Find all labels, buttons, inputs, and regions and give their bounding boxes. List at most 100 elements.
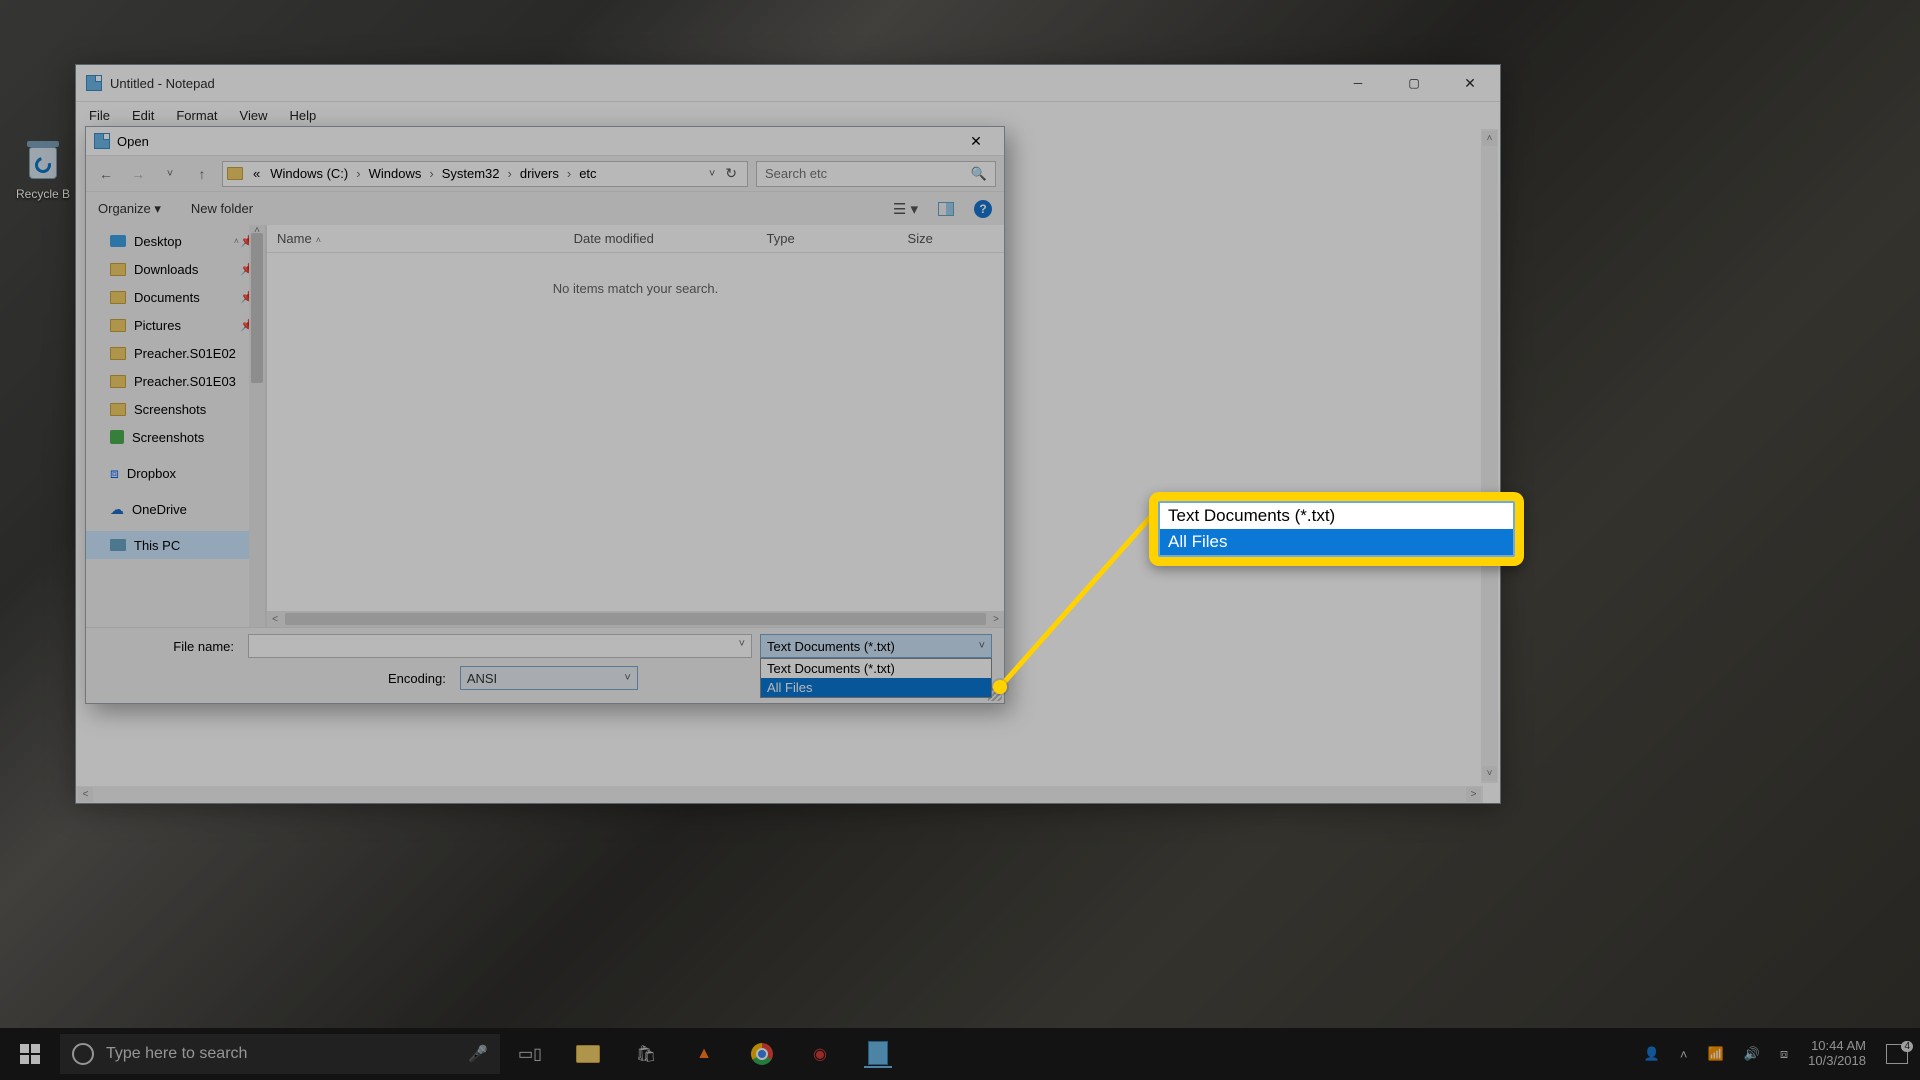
- help-button[interactable]: ?: [974, 200, 992, 218]
- breadcrumb-1[interactable]: Windows: [365, 166, 426, 181]
- sidebar-item-documents[interactable]: Documents📌: [86, 283, 265, 311]
- sidebar-item-pictures[interactable]: Pictures📌: [86, 311, 265, 339]
- sidebar-item-screenshots-2[interactable]: Screenshots: [86, 423, 265, 451]
- taskbar-chrome[interactable]: [748, 1040, 776, 1068]
- system-tray: 👤 ˄ 📶 🔊 ⧈ 10:44 AM 10/3/2018 4: [1632, 1039, 1920, 1069]
- scroll-right-icon[interactable]: ˃: [1466, 787, 1481, 802]
- vertical-scrollbar[interactable]: ˄ ˅: [1481, 129, 1498, 783]
- sidebar-item-preacher-2[interactable]: Preacher.S01E03: [86, 367, 265, 395]
- new-folder-button[interactable]: New folder: [191, 201, 253, 216]
- tray-network-icon[interactable]: 📶: [1708, 1046, 1724, 1062]
- start-button[interactable]: [0, 1028, 60, 1080]
- dialog-navbar: ← → ˅ ↑ « Windows (C:)› Windows› System3…: [86, 155, 1004, 191]
- chevron-down-icon: ˅: [979, 640, 985, 652]
- breadcrumb-3[interactable]: drivers: [516, 166, 563, 181]
- breadcrumb-dropdown-icon[interactable]: ˅: [709, 168, 715, 180]
- file-name-label: File name:: [98, 639, 240, 654]
- sidebar-item-downloads[interactable]: Downloads📌: [86, 255, 265, 283]
- sidebar-item-label: Documents: [134, 290, 200, 305]
- tray-dropbox-icon[interactable]: ⧈: [1780, 1046, 1788, 1062]
- refresh-icon[interactable]: ↻: [725, 165, 737, 182]
- sidebar-item-screenshots-1[interactable]: Screenshots: [86, 395, 265, 423]
- sidebar-item-onedrive[interactable]: ☁OneDrive: [86, 495, 265, 523]
- menu-view[interactable]: View: [231, 105, 277, 126]
- sidebar-item-preacher-1[interactable]: Preacher.S01E02: [86, 339, 265, 367]
- sidebar-item-label: Preacher.S01E02: [134, 346, 236, 361]
- column-size[interactable]: Size: [898, 231, 1004, 246]
- file-type-option-txt[interactable]: Text Documents (*.txt): [761, 659, 991, 678]
- sidebar-item-label: This PC: [134, 538, 180, 553]
- taskbar-store[interactable]: 🛍: [632, 1040, 660, 1068]
- dialog-close-button[interactable]: ✕: [954, 127, 998, 155]
- tray-volume-icon[interactable]: 🔊: [1744, 1046, 1760, 1062]
- task-view-button[interactable]: ▭▯: [516, 1040, 544, 1068]
- notepad-titlebar[interactable]: Untitled - Notepad ─ ▢ ✕: [76, 65, 1500, 101]
- taskbar-search-input[interactable]: Type here to search 🎤: [60, 1034, 500, 1074]
- dropbox-icon: ⧈: [110, 466, 119, 480]
- sidebar-item-dropbox[interactable]: ⧈ Dropbox: [86, 459, 265, 487]
- notepad-menubar: File Edit Format View Help: [76, 101, 1500, 129]
- breadcrumb-4[interactable]: etc: [575, 166, 600, 181]
- tray-time: 10:44 AM: [1808, 1039, 1866, 1054]
- sidebar-item-label: Downloads: [134, 262, 198, 277]
- nav-forward-button[interactable]: →: [126, 166, 150, 182]
- column-date[interactable]: Date modified: [564, 231, 757, 246]
- sidebar-item-label: Dropbox: [127, 466, 176, 481]
- taskbar-app-red[interactable]: ◉: [806, 1040, 834, 1068]
- taskbar-notepad[interactable]: [864, 1040, 892, 1068]
- tray-clock[interactable]: 10:44 AM 10/3/2018: [1808, 1039, 1866, 1069]
- maximize-button[interactable]: ▢: [1386, 65, 1442, 101]
- tray-people-icon[interactable]: 👤: [1644, 1046, 1660, 1062]
- encoding-dropdown[interactable]: ANSI ˅: [460, 666, 638, 690]
- sidebar-scrollbar[interactable]: ˄: [249, 225, 265, 627]
- scroll-up-icon[interactable]: ˄: [1482, 131, 1497, 146]
- column-name[interactable]: Name˄: [267, 231, 564, 246]
- search-placeholder: Search etc: [765, 166, 827, 181]
- scroll-down-icon[interactable]: ˅: [1482, 766, 1497, 781]
- microphone-icon[interactable]: 🎤: [468, 1044, 488, 1064]
- file-type-dropdown[interactable]: Text Documents (*.txt) ˅ Text Documents …: [760, 634, 992, 658]
- breadcrumb-prefix: «: [249, 166, 264, 181]
- notepad-task-icon: [868, 1041, 888, 1065]
- callout-option-txt: Text Documents (*.txt): [1160, 503, 1513, 529]
- minimize-button[interactable]: ─: [1330, 65, 1386, 101]
- taskbar-file-explorer[interactable]: [574, 1040, 602, 1068]
- dialog-titlebar[interactable]: Open ✕: [86, 127, 1004, 155]
- file-name-input[interactable]: ˅: [248, 634, 752, 658]
- menu-help[interactable]: Help: [280, 105, 325, 126]
- menu-edit[interactable]: Edit: [123, 105, 163, 126]
- desktop-icon-recycle-bin[interactable]: Recycle B: [5, 135, 81, 201]
- menu-format[interactable]: Format: [167, 105, 226, 126]
- nav-back-button[interactable]: ←: [94, 166, 118, 182]
- file-type-options: Text Documents (*.txt) All Files: [760, 658, 992, 698]
- tray-overflow-icon[interactable]: ˄: [1680, 1047, 1688, 1062]
- horizontal-scrollbar[interactable]: ˂ ˃: [76, 786, 1483, 803]
- breadcrumb-2[interactable]: System32: [438, 166, 504, 181]
- sort-indicator-icon: ˄: [316, 235, 321, 245]
- callout-connector-line: [990, 482, 1170, 702]
- close-button[interactable]: ✕: [1442, 65, 1498, 101]
- menu-file[interactable]: File: [80, 105, 119, 126]
- sidebar-item-this-pc[interactable]: This PC: [86, 531, 265, 559]
- address-bar[interactable]: « Windows (C:)› Windows› System32› drive…: [222, 161, 748, 187]
- organize-button[interactable]: Organize ▾: [98, 201, 161, 217]
- nav-up-button[interactable]: ↑: [190, 166, 214, 182]
- preview-pane-button[interactable]: [938, 202, 954, 216]
- tray-date: 10/3/2018: [1808, 1054, 1866, 1069]
- dialog-search-input[interactable]: Search etc 🔍: [756, 161, 996, 187]
- folder-icon: [110, 375, 126, 388]
- search-icon: 🔍: [971, 166, 987, 182]
- taskbar-vlc[interactable]: ▲: [690, 1040, 718, 1068]
- sidebar-item-desktop[interactable]: Desktop📌˄: [86, 227, 265, 255]
- breadcrumb-0[interactable]: Windows (C:): [266, 166, 352, 181]
- scroll-left-icon[interactable]: ˂: [78, 787, 93, 802]
- list-horizontal-scrollbar[interactable]: ˂˃: [267, 611, 1004, 627]
- view-options-button[interactable]: ☰ ▾: [893, 200, 918, 218]
- file-type-option-all[interactable]: All Files: [761, 678, 991, 697]
- action-center-button[interactable]: 4: [1886, 1044, 1908, 1064]
- nav-recent-dropdown[interactable]: ˅: [158, 168, 182, 180]
- recycle-bin-icon: [21, 135, 65, 183]
- search-placeholder: Type here to search: [106, 1045, 247, 1063]
- column-type[interactable]: Type: [757, 231, 898, 246]
- chevron-down-icon[interactable]: ˅: [739, 638, 745, 650]
